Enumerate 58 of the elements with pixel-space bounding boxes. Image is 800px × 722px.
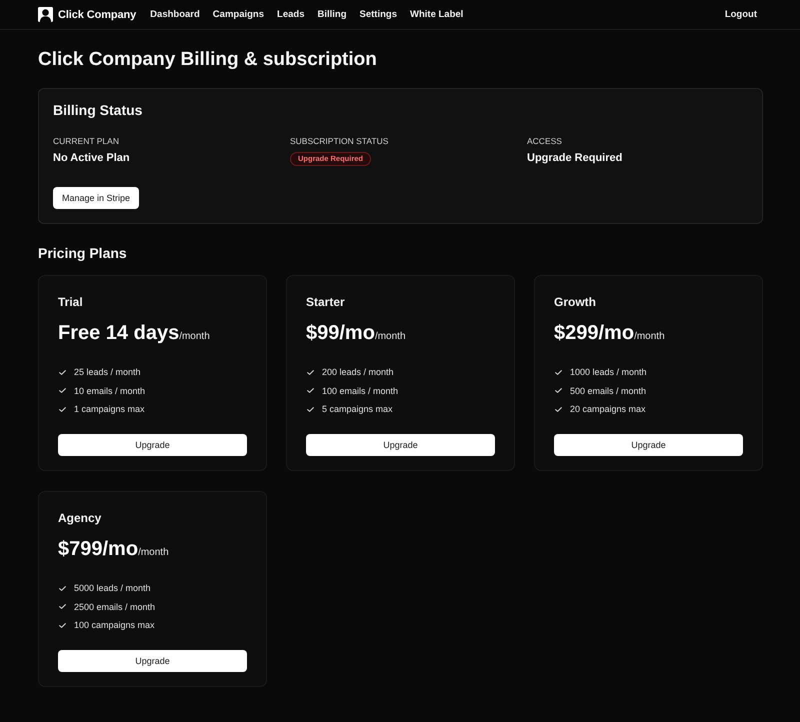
price-period: /month xyxy=(374,331,406,342)
nav-link[interactable]: Dashboard xyxy=(150,9,200,20)
logout-link[interactable]: Logout xyxy=(724,9,757,20)
field-label: SUBSCRIPTION STATUS xyxy=(290,136,390,147)
plan-price: $799/mo xyxy=(58,538,138,560)
person-silhouette-icon xyxy=(38,7,53,22)
nav-link[interactable]: White Label xyxy=(410,9,464,20)
plan-name: Trial xyxy=(58,295,84,310)
price-period: /month xyxy=(634,331,665,342)
plan-price: $99/mo xyxy=(306,322,375,344)
check-icon xyxy=(59,406,66,412)
check-icon xyxy=(307,370,314,375)
nav-link[interactable]: Leads xyxy=(277,9,304,20)
feature-text: 200 leads / month xyxy=(322,367,394,378)
field-value: No Active Plan xyxy=(53,151,131,165)
check-icon xyxy=(59,388,66,394)
brand-link[interactable]: Click Company xyxy=(38,7,136,22)
check-icon xyxy=(555,388,562,394)
plan-name: Growth xyxy=(554,295,597,310)
feature-text: 20 campaigns max xyxy=(570,404,646,414)
check-icon xyxy=(59,604,66,610)
plan-price: $299/mo xyxy=(554,322,634,344)
feature-text: 1 campaigns max xyxy=(74,404,145,414)
field-value: Upgrade Required xyxy=(527,151,624,165)
field-label: CURRENT PLAN xyxy=(53,136,120,147)
card-title: Billing Status xyxy=(53,101,144,119)
feature-text: 5 campaigns max xyxy=(322,404,393,414)
upgrade-button[interactable]: Upgrade xyxy=(58,650,247,672)
plan-name: Starter xyxy=(306,295,346,310)
feature-text: 100 campaigns max xyxy=(74,620,155,630)
check-icon xyxy=(59,586,66,591)
check-icon xyxy=(307,388,314,394)
nav-link[interactable]: Billing xyxy=(317,9,347,20)
page-title: Click Company Billing & subscription xyxy=(38,48,378,72)
upgrade-button[interactable]: Upgrade xyxy=(306,434,495,456)
plan-price: Free 14 days xyxy=(58,322,180,344)
check-icon xyxy=(555,370,562,375)
feature-text: 1000 leads / month xyxy=(570,367,647,378)
feature-text: 2500 emails / month xyxy=(74,602,156,612)
field-label: ACCESS xyxy=(527,136,563,147)
feature-text: 500 emails / month xyxy=(570,386,646,396)
price-period: /month xyxy=(179,331,210,342)
check-icon xyxy=(59,370,66,375)
nav-link[interactable]: Settings xyxy=(360,9,397,20)
feature-text: 10 emails / month xyxy=(74,386,146,396)
feature-text: 25 leads / month xyxy=(74,367,141,378)
plan-name: Agency xyxy=(58,511,102,526)
check-icon xyxy=(555,406,562,412)
manage-in-stripe-button[interactable]: Manage in Stripe xyxy=(53,187,140,209)
feature-text: 5000 leads / month xyxy=(74,583,151,594)
check-icon xyxy=(59,622,66,628)
nav-link[interactable]: Campaigns xyxy=(212,9,264,20)
feature-text: 100 emails / month xyxy=(322,386,398,396)
section-title: Pricing Plans xyxy=(38,244,128,262)
price-period: /month xyxy=(138,547,169,558)
upgrade-button[interactable]: Upgrade xyxy=(58,434,247,456)
check-icon xyxy=(307,406,314,412)
upgrade-button[interactable]: Upgrade xyxy=(554,434,743,456)
